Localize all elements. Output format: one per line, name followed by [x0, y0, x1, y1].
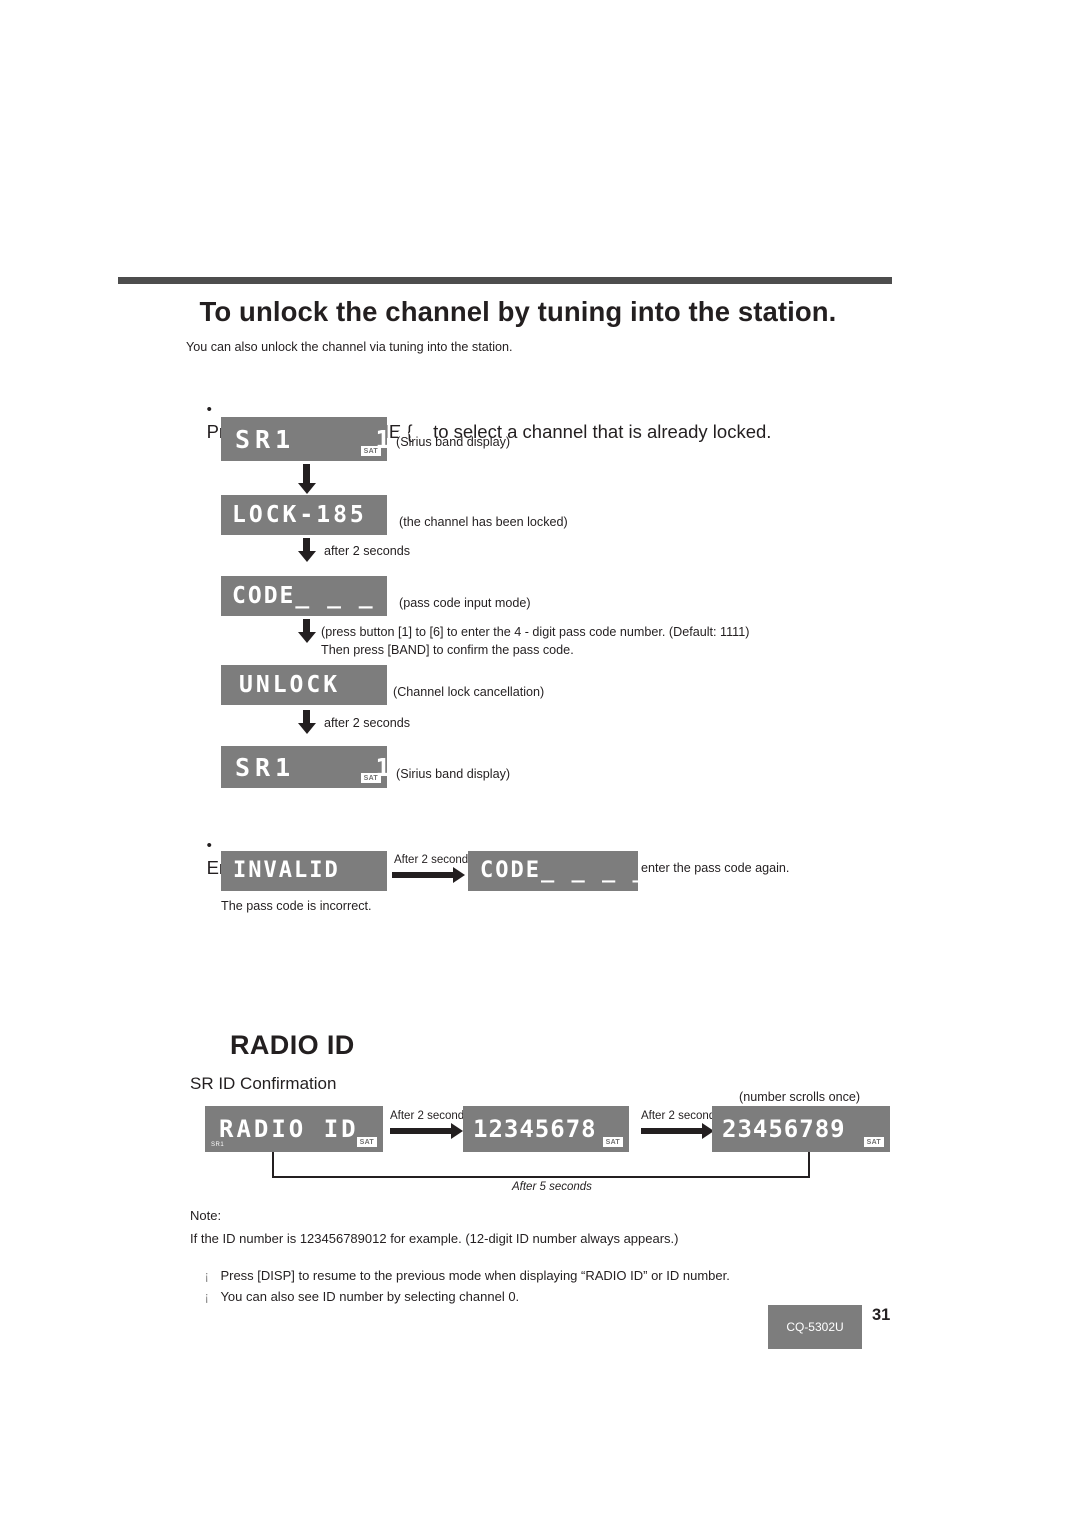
sr1-indicator: SR1 [211, 1142, 225, 1148]
sat-badge: SAT [360, 773, 381, 783]
footer-model-label: CQ-5302U [786, 1320, 844, 1334]
arrow-right-icon-radio-2 [641, 1122, 714, 1139]
section-heading-radio-id: RADIO ID [230, 1030, 355, 1060]
lcd-display-id-number-2: 23456789 SAT [712, 1106, 890, 1152]
caption-number-scrolls: (number scrolls once) [739, 1090, 861, 1104]
error-arrow-label: After 2 seconds [394, 854, 474, 866]
loop-label: After 5 seconds [512, 1181, 592, 1193]
title-rule [118, 277, 892, 284]
sat-badge: SAT [356, 1137, 377, 1147]
sat-badge: SAT [360, 446, 381, 456]
lcd-text: INVALID [233, 858, 340, 883]
arrow-down-icon-4 [297, 710, 316, 734]
lcd-display-id-number-1: 12345678 SAT [463, 1106, 629, 1152]
note-item-2-text: You can also see ID number by selecting … [220, 1289, 520, 1304]
sat-badge: SAT [863, 1137, 884, 1147]
bullet-icon: • [206, 837, 212, 854]
caption-code-retry: enter the pass code again. [641, 861, 790, 875]
radio-id-arrow-label-1: After 2 seconds [390, 1110, 470, 1122]
lcd-display-code-retry: CODE_ _ _ _ [468, 851, 646, 891]
caption-code-input: (pass code input mode) [399, 596, 531, 610]
loop-connector [272, 1152, 810, 1178]
arrow-note-4: after 2 seconds [324, 716, 411, 730]
lcd-display-code-input: CODE_ _ _ _ [221, 576, 404, 616]
caption-pass-code-incorrect: The pass code is incorrect. [221, 899, 372, 913]
arrow-right-icon-error [392, 866, 465, 883]
arrow-down-icon-3 [297, 619, 316, 643]
sat-badge: SAT [602, 1137, 623, 1147]
arrow-right-icon-radio-1 [390, 1122, 463, 1139]
lcd-text: UNLOCK [239, 671, 341, 698]
note-label: Note: [190, 1208, 222, 1223]
lcd-display-unlock: UNLOCK [221, 665, 387, 705]
caption-locked: (the channel has been locked) [399, 515, 568, 529]
arrow-down-icon-2 [297, 538, 316, 562]
arrow-note-2: after 2 seconds [324, 544, 411, 558]
lcd-text: RADIO ID [219, 1115, 359, 1143]
caption-sirius-band-1: (Sirius band display) [396, 435, 511, 449]
lcd-display-locked: LOCK-185 [221, 495, 387, 535]
caption-sirius-band-2: (Sirius band display) [396, 767, 511, 781]
footer-page-number: 31 [872, 1306, 891, 1324]
lcd-text: CODE_ _ _ _ [480, 858, 648, 883]
lcd-text: 23456789 [722, 1115, 846, 1143]
bullet-icon: • [206, 401, 212, 418]
lcd-text: 12345678 [473, 1115, 597, 1143]
lcd-text: LOCK-185 [232, 501, 367, 528]
caption-unlock: (Channel lock cancellation) [393, 685, 545, 699]
page-subtitle: You can also unlock the channel via tuni… [186, 340, 513, 354]
note-item-2: ¡ You can also see ID number by selecting… [190, 1274, 519, 1319]
lcd-display-sirius-band-1: SR1 185 SAT [221, 417, 431, 461]
lcd-display-invalid: INVALID [221, 851, 387, 891]
lcd-display-radio-id: RADIO ID SAT SR1 [205, 1106, 383, 1152]
lcd-text: CODE_ _ _ _ [232, 582, 407, 609]
radio-id-arrow-label-2: After 2 seconds [641, 1110, 721, 1122]
note-line-1: If the ID number is 123456789012 for exa… [190, 1231, 679, 1246]
manual-page: To unlock the channel by tuning into the… [0, 0, 1080, 1528]
lcd-display-sirius-band-2: SR1 185 SAT [221, 746, 431, 788]
arrow-down-icon-1 [297, 464, 316, 494]
note-dash-icon: ¡ [204, 1289, 209, 1304]
sub-heading-sr-id: SR ID Confirmation [190, 1074, 337, 1093]
arrow-note-3: (press button [1] to [6] to enter the 4 … [321, 625, 750, 657]
page-title: To unlock the channel by tuning into the… [199, 296, 837, 327]
